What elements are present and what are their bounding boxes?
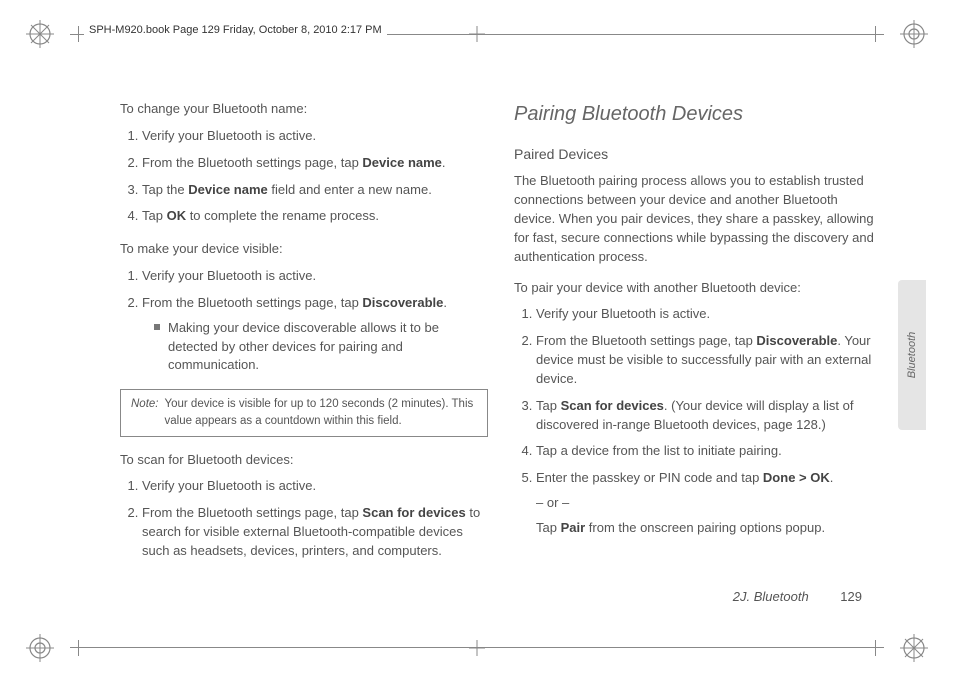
list-item: From the Bluetooth settings page, tap De… bbox=[142, 154, 488, 173]
list-item: Tap OK to complete the rename process. bbox=[142, 207, 488, 226]
list-item: Tap a device from the list to initiate p… bbox=[536, 442, 882, 461]
crop-mark-icon bbox=[900, 634, 928, 662]
crop-tick bbox=[875, 640, 876, 656]
header-meta: SPH-M920.book Page 129 Friday, October 8… bbox=[84, 23, 387, 37]
side-tab-label: Bluetooth bbox=[906, 332, 918, 378]
crop-cross-icon bbox=[469, 640, 485, 656]
right-column: Pairing Bluetooth Devices Paired Devices… bbox=[514, 100, 882, 582]
heading-change-name: To change your Bluetooth name: bbox=[120, 100, 488, 119]
list-item: Verify your Bluetooth is active. bbox=[536, 305, 882, 324]
bold-term: Done > OK bbox=[763, 470, 830, 485]
square-bullet-icon bbox=[154, 324, 160, 330]
list-item: Verify your Bluetooth is active. bbox=[142, 477, 488, 496]
section-title: Pairing Bluetooth Devices bbox=[514, 100, 882, 130]
crop-mark-icon bbox=[26, 20, 54, 48]
text: . bbox=[443, 295, 447, 310]
list-item: From the Bluetooth settings page, tap Di… bbox=[536, 332, 882, 389]
steps-change-name: Verify your Bluetooth is active. From th… bbox=[120, 127, 488, 226]
text: . bbox=[442, 155, 446, 170]
list-item: From the Bluetooth settings page, tap Sc… bbox=[142, 504, 488, 561]
note-body: Your device is visible for up to 120 sec… bbox=[165, 396, 478, 429]
intro-paragraph: The Bluetooth pairing process allows you… bbox=[514, 172, 882, 266]
text: Making your device discoverable allows i… bbox=[168, 319, 488, 376]
bold-term: Device name bbox=[188, 182, 268, 197]
sub-bullet: Making your device discoverable allows i… bbox=[154, 319, 488, 376]
crop-tick bbox=[78, 640, 79, 656]
crop-cross-icon bbox=[469, 26, 485, 42]
crop-tick bbox=[875, 26, 876, 42]
footer: 2J. Bluetooth 129 bbox=[733, 589, 862, 604]
text: Tap bbox=[142, 208, 167, 223]
heading-pair: To pair your device with another Bluetoo… bbox=[514, 279, 882, 298]
text: to complete the rename process. bbox=[186, 208, 379, 223]
heading-make-visible: To make your device visible: bbox=[120, 240, 488, 259]
steps-scan: Verify your Bluetooth is active. From th… bbox=[120, 477, 488, 560]
list-item: From the Bluetooth settings page, tap Di… bbox=[142, 294, 488, 375]
bold-term: Scan for devices bbox=[561, 398, 664, 413]
footer-section: 2J. Bluetooth bbox=[733, 589, 809, 604]
list-item: Verify your Bluetooth is active. bbox=[142, 267, 488, 286]
page-number: 129 bbox=[840, 589, 862, 604]
list-item: Verify your Bluetooth is active. bbox=[142, 127, 488, 146]
or-divider: – or – bbox=[536, 494, 882, 513]
page: SPH-M920.book Page 129 Friday, October 8… bbox=[0, 0, 954, 682]
bold-term: Scan for devices bbox=[362, 505, 465, 520]
crop-mark-icon bbox=[26, 634, 54, 662]
text: Tap bbox=[536, 398, 561, 413]
alt-line: Tap Pair from the onscreen pairing optio… bbox=[536, 519, 882, 538]
text: From the Bluetooth settings page, tap bbox=[142, 155, 362, 170]
left-column: To change your Bluetooth name: Verify yo… bbox=[120, 100, 488, 582]
crop-mark-icon bbox=[900, 20, 928, 48]
sub-title: Paired Devices bbox=[514, 144, 882, 164]
text: field and enter a new name. bbox=[268, 182, 432, 197]
bold-term: Discoverable bbox=[362, 295, 443, 310]
text: From the Bluetooth settings page, tap bbox=[142, 505, 362, 520]
heading-scan: To scan for Bluetooth devices: bbox=[120, 451, 488, 470]
steps-pair: Verify your Bluetooth is active. From th… bbox=[514, 305, 882, 537]
note-label: Note: bbox=[131, 396, 159, 429]
list-item: Tap the Device name field and enter a ne… bbox=[142, 181, 488, 200]
bold-term: OK bbox=[167, 208, 187, 223]
text: Tap the bbox=[142, 182, 188, 197]
text: From the Bluetooth settings page, tap bbox=[536, 333, 756, 348]
list-item: Tap Scan for devices. (Your device will … bbox=[536, 397, 882, 435]
crop-tick bbox=[78, 26, 79, 42]
text: Tap bbox=[536, 520, 561, 535]
text: from the onscreen pairing options popup. bbox=[585, 520, 825, 535]
bold-term: Discoverable bbox=[756, 333, 837, 348]
list-item: Enter the passkey or PIN code and tap Do… bbox=[536, 469, 882, 538]
text: . bbox=[830, 470, 834, 485]
side-tab: Bluetooth bbox=[898, 280, 926, 430]
note-box: Note: Your device is visible for up to 1… bbox=[120, 389, 488, 436]
bold-term: Device name bbox=[362, 155, 442, 170]
bold-term: Pair bbox=[561, 520, 586, 535]
content: To change your Bluetooth name: Verify yo… bbox=[120, 100, 882, 582]
text: From the Bluetooth settings page, tap bbox=[142, 295, 362, 310]
text: Enter the passkey or PIN code and tap bbox=[536, 470, 763, 485]
steps-make-visible: Verify your Bluetooth is active. From th… bbox=[120, 267, 488, 375]
